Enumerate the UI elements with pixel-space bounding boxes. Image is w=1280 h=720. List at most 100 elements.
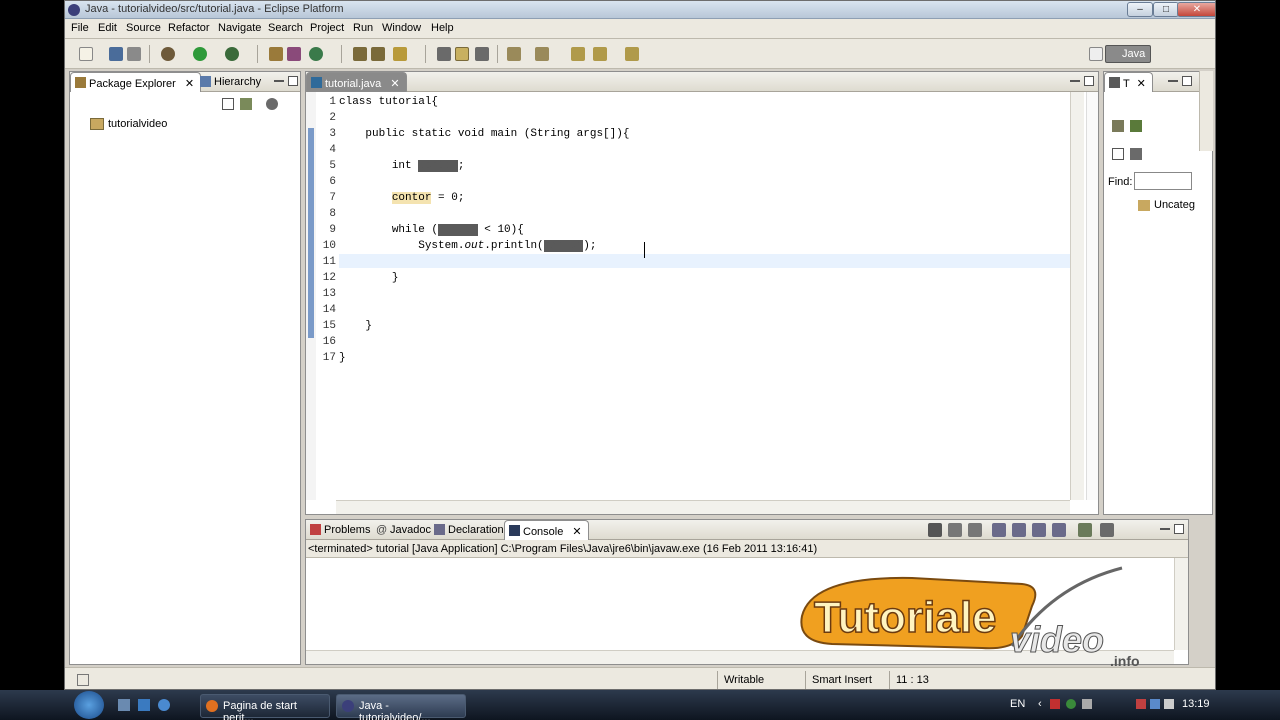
tray-chevron-icon[interactable]: ‹	[1038, 698, 1042, 710]
task-browser[interactable]: Pagina de start perit...	[200, 694, 330, 720]
filter-icon[interactable]	[1130, 120, 1142, 132]
debug-icon[interactable]	[161, 47, 175, 61]
minimize-editor-icon[interactable]	[1070, 80, 1080, 82]
clock[interactable]: 13:19	[1182, 698, 1210, 710]
java-perspective-button[interactable]: Java	[1105, 45, 1151, 63]
code-line-10[interactable]: System.out.println(contor);	[339, 240, 596, 252]
back-icon[interactable]	[593, 47, 607, 61]
maximize-view-icon[interactable]	[1174, 524, 1184, 534]
maximize-editor-icon[interactable]	[1084, 76, 1094, 86]
minimize-view-icon[interactable]	[1160, 528, 1170, 530]
minimize-view-icon[interactable]	[1168, 80, 1178, 82]
view-menu-icon[interactable]	[1100, 523, 1114, 537]
code-line-5[interactable]: int contor;	[339, 160, 464, 172]
code-line-9[interactable]: while (contor < 10){	[339, 224, 524, 236]
scroll-lock-icon[interactable]	[1012, 523, 1026, 537]
tab-tutorial-java[interactable]: tutorial.java ✕	[306, 72, 407, 92]
menu-source[interactable]: Source	[126, 22, 161, 34]
code-line-3[interactable]: public static void main (String args[]){	[339, 128, 629, 140]
new-java-project-icon[interactable]	[269, 47, 283, 61]
open-perspective-icon[interactable]	[1089, 47, 1103, 61]
print-icon[interactable]	[127, 47, 141, 61]
menu-refactor[interactable]: Refactor	[168, 22, 210, 34]
maximize-view-icon[interactable]	[288, 76, 298, 86]
remove-launch-icon[interactable]	[948, 523, 962, 537]
maximize-button[interactable]: □	[1153, 2, 1179, 17]
run-icon[interactable]	[193, 47, 207, 61]
overview-ruler[interactable]	[1086, 92, 1098, 500]
minimize-button[interactable]: –	[1127, 2, 1153, 17]
start-orb-icon[interactable]	[74, 691, 104, 719]
show-desktop-icon[interactable]	[118, 699, 130, 711]
fast-view-icon[interactable]	[77, 674, 89, 686]
tab-package-explorer[interactable]: Package Explorer ✕	[70, 72, 202, 92]
terminate-icon[interactable]	[928, 523, 942, 537]
menu-edit[interactable]: Edit	[98, 22, 117, 34]
tray-icon-red[interactable]	[1136, 699, 1146, 709]
toggle-mark-occurrences-icon[interactable]	[437, 47, 451, 61]
tab-javadoc[interactable]: @ Javadoc	[372, 520, 437, 540]
tray-security-icon[interactable]	[1082, 699, 1092, 709]
remove-all-icon[interactable]	[968, 523, 982, 537]
display-console-icon[interactable]	[1052, 523, 1066, 537]
task-eclipse[interactable]: Java - tutorialvideo/...	[336, 694, 466, 720]
sync-icon[interactable]	[1130, 148, 1142, 160]
new-class-icon[interactable]	[309, 47, 323, 61]
open-console-icon[interactable]	[1078, 523, 1092, 537]
open-type-icon[interactable]	[353, 47, 367, 61]
volume-icon[interactable]	[1164, 699, 1174, 709]
new-package-icon[interactable]	[287, 47, 301, 61]
clear-console-icon[interactable]	[992, 523, 1006, 537]
project-tutorialvideo[interactable]: tutorialvideo	[108, 118, 167, 130]
maximize-view-icon[interactable]	[1182, 76, 1192, 86]
tab-console[interactable]: Console ✕	[504, 520, 589, 540]
close-tab-icon[interactable]: ✕	[185, 78, 194, 90]
menu-help[interactable]: Help	[431, 22, 454, 34]
new-icon[interactable]	[79, 47, 93, 61]
console-vertical-scrollbar[interactable]	[1174, 558, 1188, 650]
forward-icon[interactable]	[625, 47, 639, 61]
view-menu-icon[interactable]	[266, 98, 278, 110]
ie-icon[interactable]	[158, 699, 170, 711]
save-icon[interactable]	[109, 47, 123, 61]
menu-project[interactable]: Project	[310, 22, 344, 34]
code-line-1[interactable]: class tutorial{	[339, 96, 438, 108]
code-line-17[interactable]: }	[339, 352, 346, 364]
close-tab-icon[interactable]: ✕	[390, 78, 399, 90]
find-input[interactable]	[1134, 172, 1192, 190]
pin-console-icon[interactable]	[1032, 523, 1046, 537]
editor-vertical-scrollbar[interactable]	[1070, 92, 1084, 500]
tray-network-icon[interactable]	[1066, 699, 1076, 709]
new-task-icon[interactable]	[1112, 120, 1124, 132]
tab-task-list[interactable]: T ✕	[1104, 72, 1153, 92]
close-tab-icon[interactable]: ✕	[1137, 78, 1146, 90]
tray-app-icon[interactable]	[1050, 699, 1060, 709]
code-line-12[interactable]: }	[339, 272, 399, 284]
editor-horizontal-scrollbar[interactable]	[336, 500, 1070, 514]
category-uncategorized[interactable]: Uncateg	[1154, 199, 1195, 211]
show-whitespace-icon[interactable]	[475, 47, 489, 61]
menu-window[interactable]: Window	[382, 22, 421, 34]
menu-file[interactable]: File	[71, 22, 89, 34]
close-tab-icon[interactable]: ✕	[572, 526, 581, 538]
next-annotation-icon[interactable]	[507, 47, 521, 61]
previous-annotation-icon[interactable]	[535, 47, 549, 61]
menu-navigate[interactable]: Navigate	[218, 22, 261, 34]
collapse-icon[interactable]	[1112, 148, 1124, 160]
quick-launch-icon[interactable]	[138, 699, 150, 711]
language-indicator[interactable]: EN	[1010, 698, 1025, 710]
minimize-view-icon[interactable]	[274, 80, 284, 82]
link-with-editor-icon[interactable]	[240, 98, 252, 110]
tab-declaration[interactable]: Declaration	[430, 520, 510, 540]
search-icon[interactable]	[393, 47, 407, 61]
collapse-all-icon[interactable]	[222, 98, 234, 110]
external-tools-icon[interactable]	[225, 47, 239, 61]
menu-run[interactable]: Run	[353, 22, 373, 34]
code-line-15[interactable]: }	[339, 320, 372, 332]
tab-problems[interactable]: Problems	[306, 520, 376, 540]
menu-search[interactable]: Search	[268, 22, 303, 34]
highlight-icon[interactable]	[455, 47, 469, 61]
close-button[interactable]: ✕	[1177, 2, 1215, 17]
open-task-icon[interactable]	[371, 47, 385, 61]
tray-monitor-icon[interactable]	[1150, 699, 1160, 709]
